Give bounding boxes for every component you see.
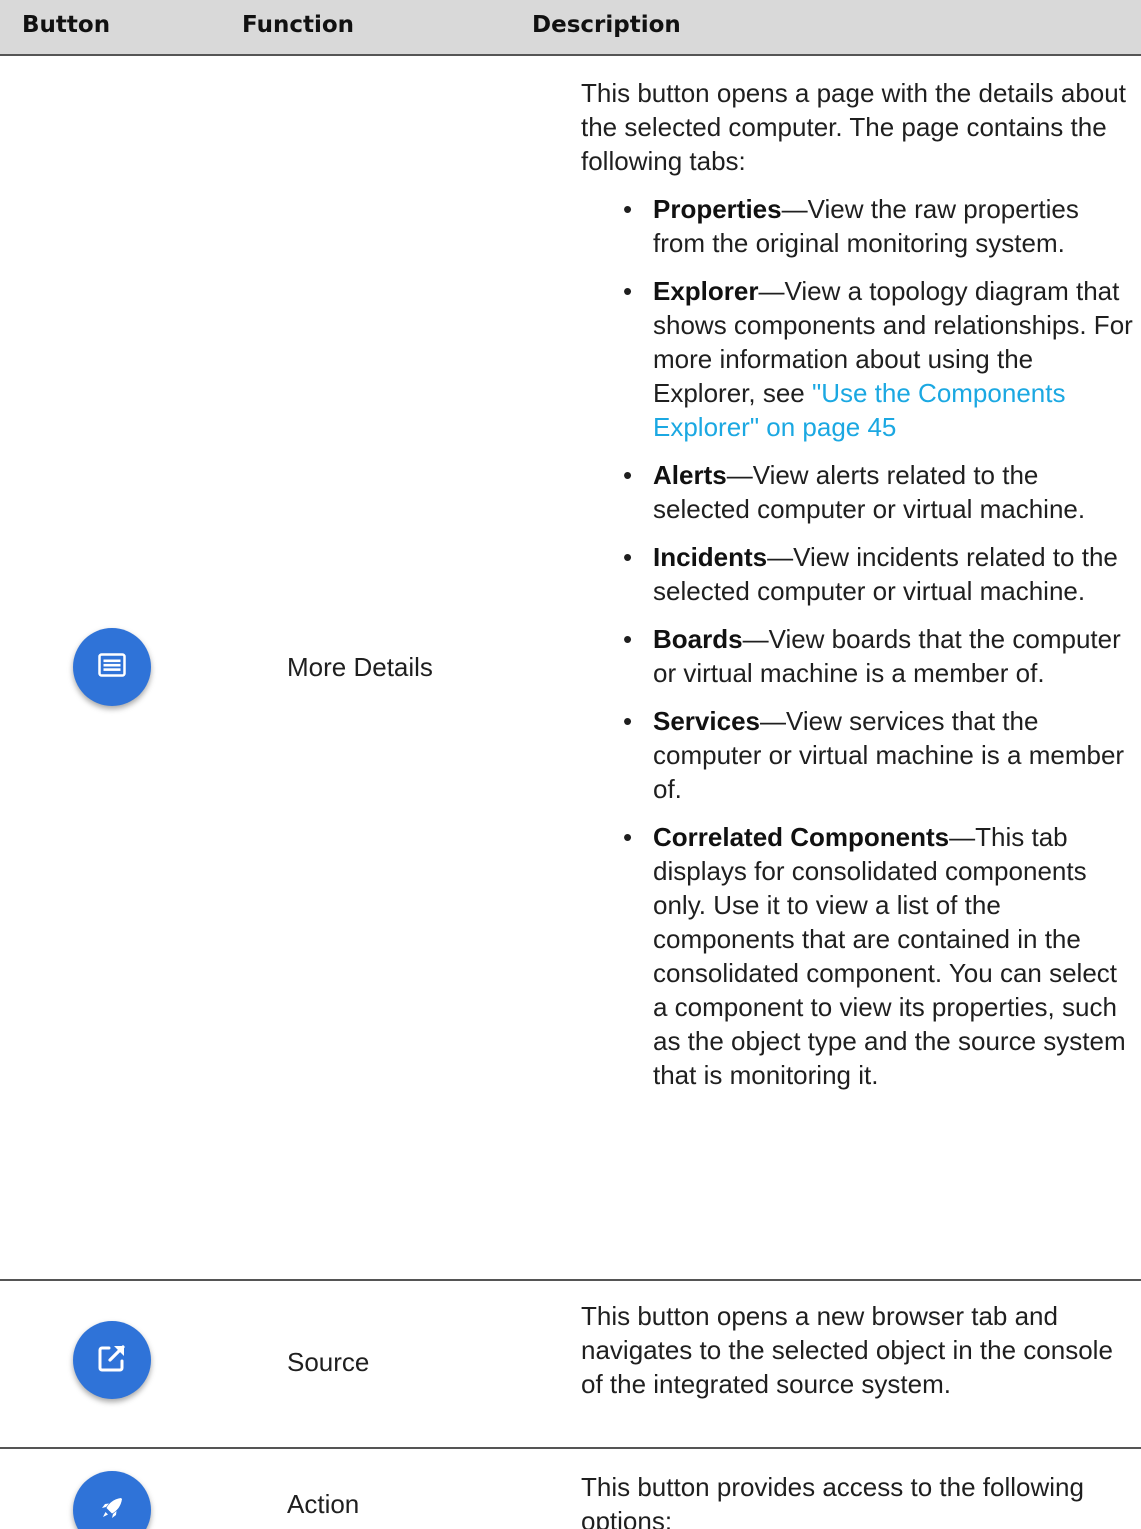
column-header-button: Button [22, 12, 111, 38]
list-item: • Explorer—View a topology diagram that s… [623, 276, 1133, 442]
external-link-icon [97, 1343, 127, 1378]
description: This button opens a new browser tab and … [581, 1299, 1137, 1401]
description-intro: This button opens a page with the detail… [581, 78, 1126, 176]
action-button[interactable] [73, 1471, 151, 1529]
list-item: • Boards—View boards that the computer or… [623, 624, 1121, 688]
list-item: • Correlated Components—This tab displays… [623, 822, 1126, 1090]
more-details-button[interactable] [73, 628, 151, 706]
table-header: Button Function Description [0, 0, 1141, 56]
rocket-icon [99, 1495, 125, 1526]
description: This button provides access to the follo… [581, 1470, 1137, 1529]
function-label: Action [287, 1489, 360, 1519]
description-text: This button provides access to the follo… [581, 1472, 1084, 1529]
table-row: More Details This button opens a page wi… [0, 56, 1141, 1281]
table-row: Action This button provides access to th… [0, 1449, 1141, 1529]
column-header-function: Function [242, 12, 355, 38]
list-item: • Services—View services that the compute… [623, 706, 1125, 804]
table-row: Source This button opens a new browser t… [0, 1281, 1141, 1449]
list-item: • Alerts—View alerts related to the selec… [623, 460, 1086, 524]
list-item: • Properties—View the raw properties from… [623, 194, 1079, 258]
description: This button opens a page with the detail… [581, 76, 1137, 1106]
tabs-list: • Properties—View the raw properties from… [581, 192, 1137, 1092]
details-list-icon [98, 652, 126, 682]
description-text: This button opens a new browser tab and … [581, 1301, 1113, 1399]
function-label: Source [287, 1347, 370, 1377]
column-header-description: Description [532, 12, 681, 38]
function-label: More Details [287, 652, 433, 682]
list-item: • Incidents—View incidents related to the… [623, 542, 1118, 606]
source-button[interactable] [73, 1321, 151, 1399]
